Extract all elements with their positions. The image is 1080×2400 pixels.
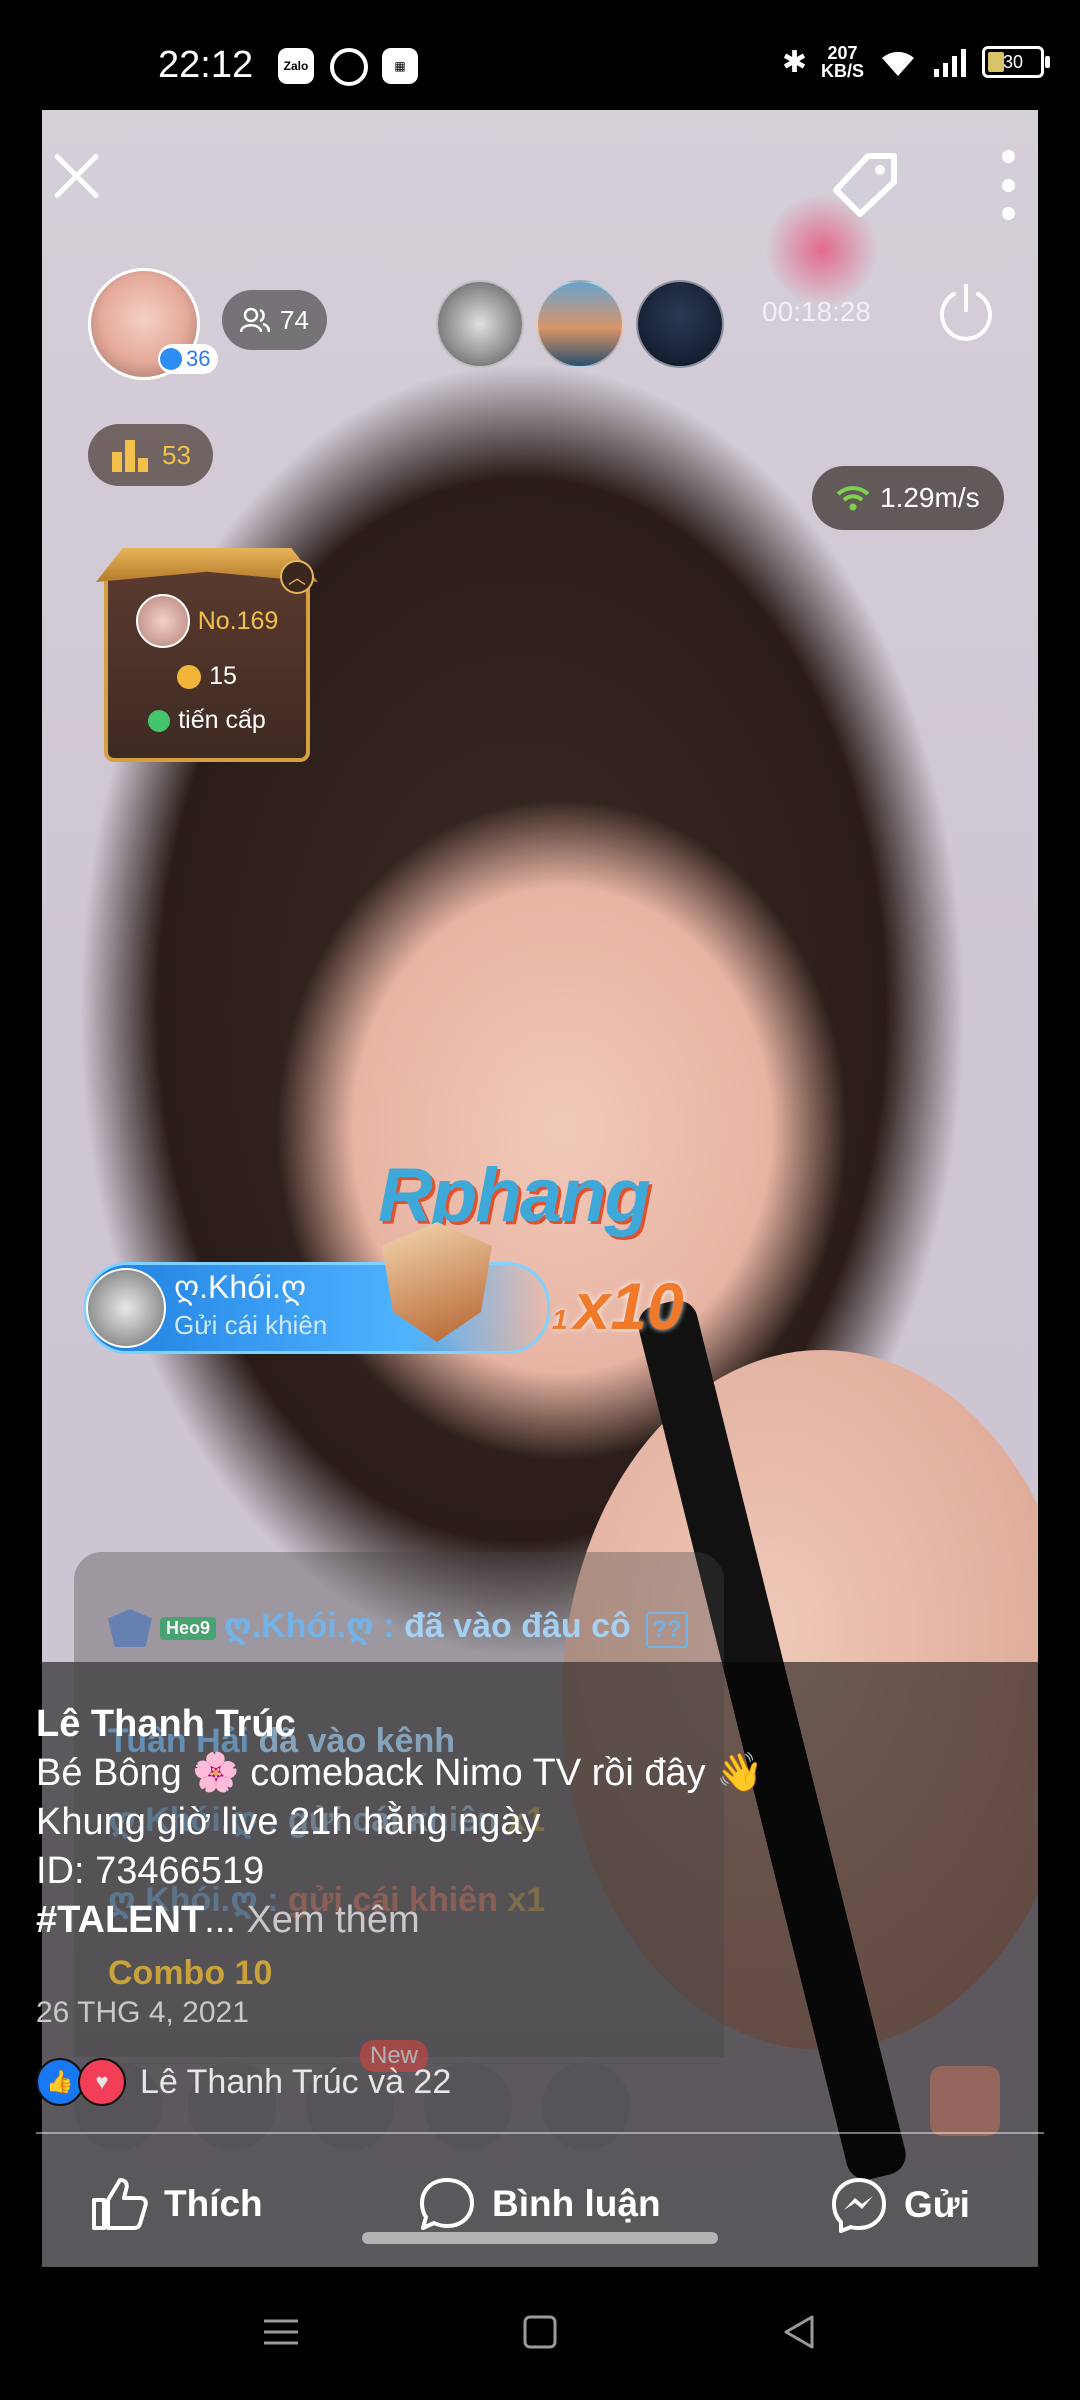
- diamond-icon: [160, 348, 182, 370]
- post-line-hashtag: #TALENT... Xem thêm: [36, 1896, 1036, 1945]
- wifi-icon: [836, 486, 870, 511]
- grid-app-icon: ▦: [382, 48, 418, 84]
- status-indicators: ✱ 207 KB/S 30: [781, 44, 1050, 80]
- more-options-icon[interactable]: [998, 150, 1018, 220]
- stream-timer: 00:18:28: [762, 296, 871, 327]
- network-speed-value: 207: [827, 43, 858, 63]
- status-bar: 22:12 Zalo ▦ ✱ 207 KB/S 30: [0, 0, 1080, 110]
- user-badge: Heo9: [160, 1616, 217, 1640]
- reactions-summary[interactable]: 👍 ♥ Lê Thanh Trúc và 22: [36, 2058, 451, 2106]
- battery-indicator: 30: [982, 46, 1050, 78]
- combo-label: Combo 10: [108, 1954, 273, 1992]
- bluetooth-icon: ✱: [781, 45, 807, 79]
- rank-card[interactable]: ︿ No.169 15 tiến cấp: [96, 548, 318, 762]
- gift-multiplier-small: 1: [552, 1304, 568, 1335]
- fans-ranking-pill[interactable]: 53: [88, 424, 213, 486]
- people-icon: [240, 307, 270, 333]
- network-speed-pill: 1.29m/s: [812, 466, 1004, 530]
- back-nav-icon[interactable]: [774, 2307, 824, 2357]
- wifi-icon: [882, 51, 914, 76]
- upgrade-icon: [148, 709, 171, 732]
- messenger-icon: [832, 2178, 886, 2233]
- gift-message: Gửi cái khiên: [174, 1310, 328, 1340]
- comment-label: Bình luận: [492, 2183, 661, 2224]
- chat-text: đã vào đâu cô: [404, 1607, 631, 1645]
- gift-sender-avatar: [86, 1268, 166, 1348]
- menu-nav-icon[interactable]: [256, 2307, 306, 2357]
- bar-chart-icon: [112, 440, 148, 472]
- video-scrubber[interactable]: [362, 2232, 718, 2244]
- power-icon[interactable]: [934, 280, 998, 344]
- watermark-logo: Rphang: [378, 1153, 651, 1238]
- home-nav-icon[interactable]: [515, 2307, 565, 2357]
- host-level-value: 36: [186, 346, 211, 371]
- medal-icon: [108, 1609, 152, 1648]
- top-viewer-avatar[interactable]: [536, 280, 624, 368]
- see-more-link[interactable]: Xem thêm: [246, 1899, 419, 1941]
- sync-icon: [330, 48, 368, 86]
- like-label: Thích: [164, 2183, 263, 2224]
- like-reaction-icon: 👍: [36, 2058, 84, 2106]
- tag-icon[interactable]: [830, 150, 900, 220]
- chat-message: Heo9 ღ.Khói.ღ : đã vào đâu cô ??: [108, 1606, 688, 1648]
- comment-bubble-icon: [420, 2178, 474, 2230]
- upgrade-label: tiến cấp: [178, 706, 266, 734]
- send-label: Gửi: [904, 2184, 970, 2225]
- zalo-icon: Zalo: [278, 48, 314, 84]
- comment-button[interactable]: Bình luận: [418, 2176, 661, 2232]
- reactions-text: Lê Thanh Trúc và 22: [140, 2062, 452, 2101]
- like-button[interactable]: Thích: [90, 2176, 263, 2232]
- thumbs-up-icon: [92, 2178, 148, 2230]
- top-viewer-avatar[interactable]: [436, 280, 524, 368]
- close-icon[interactable]: [50, 150, 102, 202]
- viewer-count-value: 74: [280, 304, 309, 335]
- host-level-badge: 36: [158, 344, 219, 374]
- send-button[interactable]: Gửi: [830, 2176, 970, 2234]
- system-navigation-bar: [0, 2267, 1080, 2400]
- rank-number: No.169: [197, 606, 279, 635]
- post-caption: Lê Thanh Trúc Bé Bông 🌸 comeback Nimo TV…: [36, 1700, 1036, 1945]
- ellipsis: ...: [204, 1899, 236, 1941]
- network-speed-unit: KB/S: [820, 61, 864, 81]
- hashtag[interactable]: #TALENT: [36, 1899, 204, 1941]
- divider: [36, 2132, 1044, 2134]
- battery-fill: [988, 52, 1004, 72]
- gift-box-icon[interactable]: [930, 2066, 1000, 2136]
- top-viewer-avatar[interactable]: [636, 280, 724, 368]
- network-speed-value: 1.29m/s: [880, 482, 980, 513]
- post-line: ID: 73466519: [36, 1850, 265, 1892]
- signal-icon: [934, 49, 966, 77]
- gift-multiplier: 1x10: [552, 1268, 684, 1344]
- chat-user: ღ.Khói.ღ :: [224, 1607, 395, 1645]
- love-reaction-icon: ♥: [78, 2058, 126, 2106]
- post-line: Khung giờ live 21h hằng ngày: [36, 1801, 541, 1843]
- post-date: 26 THG 4, 2021: [36, 1996, 249, 2029]
- battery-level: 30: [1002, 51, 1024, 72]
- gift-sender-name: ღ.Khói.ღ: [174, 1269, 307, 1305]
- chevron-up-icon[interactable]: ︿: [280, 560, 314, 594]
- more-horizontal-icon[interactable]: [542, 2062, 630, 2150]
- status-time: 22:12: [158, 44, 254, 86]
- network-speed: 207 KB/S: [821, 44, 864, 80]
- rank-avatar: [135, 594, 190, 648]
- rank-coins: 15: [209, 662, 237, 690]
- post-author[interactable]: Lê Thanh Trúc: [36, 1700, 1036, 1749]
- viewer-count[interactable]: 74: [222, 290, 327, 350]
- coin-icon: [177, 664, 202, 689]
- chat-emoji-placeholder: ??: [646, 1612, 688, 1648]
- fans-count: 53: [162, 439, 191, 470]
- post-line: Bé Bông 🌸 comeback Nimo TV rồi đây 👋: [36, 1752, 764, 1794]
- gift-multiplier-value: x10: [573, 1269, 684, 1343]
